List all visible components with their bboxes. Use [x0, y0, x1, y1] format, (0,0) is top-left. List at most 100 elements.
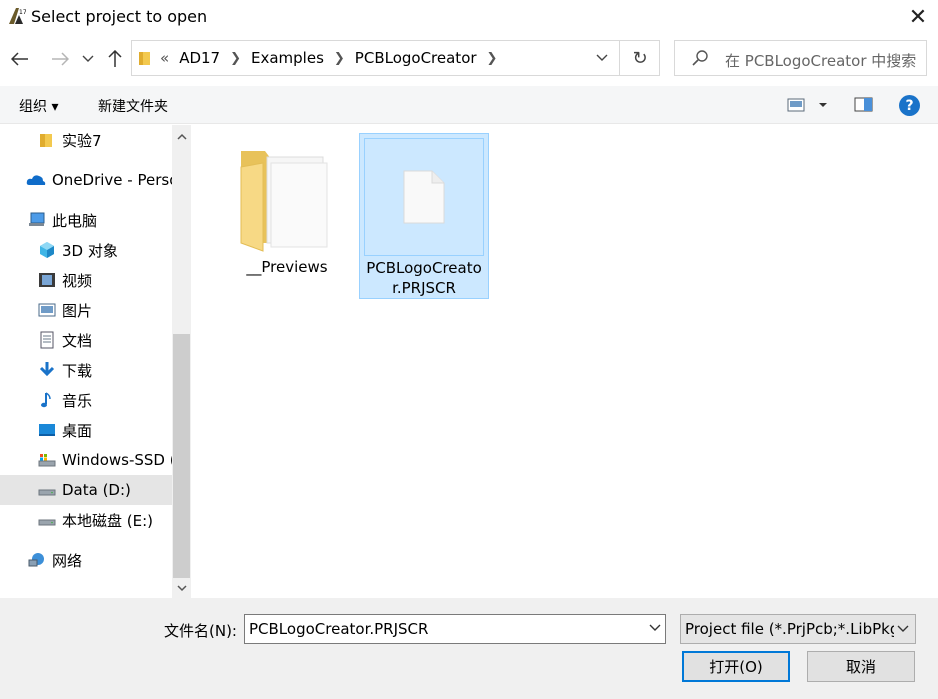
chevron-down-icon[interactable] [649, 621, 661, 635]
close-icon: ✕ [908, 4, 928, 30]
video-icon [39, 273, 55, 287]
sidebar-item-drive-c[interactable]: Windows-SSD (C:) [38, 445, 172, 475]
filename-input[interactable]: PCBLogoCreator.PRJSCR [249, 620, 428, 638]
help-button[interactable]: ? [899, 95, 920, 116]
scroll-down-button[interactable] [172, 578, 191, 598]
sidebar-item-label: 下载 [62, 361, 93, 380]
sidebar-item-shiyan7[interactable]: 实验7 [38, 125, 102, 155]
file-type-select[interactable]: Project file (*.PrjPcb;*.LibPkg [680, 614, 916, 644]
sidebar-item-label: 本地磁盘 (E:) [62, 511, 154, 530]
address-history-dropdown[interactable] [585, 41, 620, 75]
file-type-value: Project file (*.PrjPcb;*.LibPkg [685, 620, 900, 638]
up-arrow-icon [108, 50, 122, 67]
drive-icon [38, 454, 56, 467]
sidebar-item-drive-d[interactable]: Data (D:) [38, 475, 131, 505]
forward-arrow-icon [52, 52, 69, 66]
forward-button[interactable] [46, 44, 74, 74]
drive-icon [38, 519, 56, 526]
sidebar-item-network[interactable]: 网络 [28, 545, 82, 575]
up-button[interactable] [101, 44, 129, 74]
file-name-line-2: r.PRJSCR [392, 279, 456, 297]
chevron-right-icon[interactable]: ❯ [487, 51, 498, 66]
sidebar-item-this-pc[interactable]: 此电脑 [28, 205, 97, 235]
preview-pane-button[interactable] [852, 94, 876, 116]
search-placeholder[interactable]: 在 PCBLogoCreator 中搜索 [725, 50, 916, 71]
organize-menu[interactable]: 组织 ▾ [19, 96, 58, 116]
chevron-down-icon [82, 55, 94, 62]
file-name-label: PCBLogoCreato r.PRJSCR [360, 258, 488, 298]
back-button[interactable] [6, 44, 34, 74]
chevron-down-icon [176, 584, 187, 591]
search-box[interactable]: 在 PCBLogoCreator 中搜索 [674, 40, 927, 76]
folder-tile-previews[interactable]: __Previews [225, 135, 355, 285]
computer-icon [29, 212, 45, 226]
sidebar-item-documents[interactable]: 文档 [38, 325, 92, 355]
sidebar-item-label: 3D 对象 [62, 241, 118, 260]
scrollbar-thumb[interactable] [173, 334, 190, 578]
refresh-button[interactable]: ↻ [620, 41, 660, 75]
window-title: Select project to open [31, 7, 208, 26]
pictures-icon [38, 303, 56, 317]
preview-pane-icon [854, 97, 873, 112]
svg-text:17: 17 [19, 9, 26, 16]
sidebar-item-label: Windows-SSD (C:) [62, 451, 172, 469]
file-icon [403, 170, 445, 224]
view-icon [787, 98, 827, 112]
scroll-up-button[interactable] [172, 126, 191, 146]
sidebar-item-desktop[interactable]: 桌面 [38, 415, 92, 445]
sidebar-item-label: 音乐 [62, 391, 93, 410]
desktop-icon [39, 424, 55, 436]
recent-locations-button[interactable] [76, 44, 100, 74]
filename-combobox[interactable]: PCBLogoCreator.PRJSCR [244, 614, 666, 644]
back-arrow-icon [11, 52, 28, 66]
file-name-label: __Previews [246, 258, 328, 276]
chevron-down-icon [596, 54, 608, 61]
sidebar-item-label: OneDrive - Personal [52, 171, 172, 189]
chevron-right-icon[interactable]: ❯ [230, 51, 241, 66]
breadcrumb-ad17[interactable]: AD17 [179, 49, 220, 67]
close-button[interactable]: ✕ [900, 2, 936, 32]
sidebar-item-pictures[interactable]: 图片 [38, 295, 92, 325]
documents-icon [40, 331, 54, 349]
chevron-up-icon [176, 133, 187, 140]
folder-icon [240, 151, 328, 252]
chevron-down-icon[interactable] [894, 618, 912, 640]
new-folder-button[interactable]: 新建文件夹 [98, 96, 168, 116]
cancel-button[interactable]: 取消 [807, 651, 915, 682]
open-button[interactable]: 打开(O) [682, 651, 790, 682]
sidebar-item-label: 视频 [62, 271, 93, 290]
drive-icon [38, 489, 56, 496]
altium-logo-icon: 17 [9, 8, 26, 24]
sidebar-item-label: 此电脑 [52, 211, 98, 230]
address-bar[interactable]: « AD17 ❯ Examples ❯ PCBLogoCreator ❯ ↻ [131, 40, 660, 76]
onedrive-cloud-icon [26, 175, 46, 185]
help-icon: ? [905, 97, 914, 114]
navigation-pane: 实验7 OneDrive - Personal 此电脑 3D 对象 视频 图片 … [0, 125, 172, 598]
sidebar-item-onedrive[interactable]: OneDrive - Personal [26, 165, 172, 195]
sidebar-item-label: 网络 [52, 551, 83, 570]
sidebar-item-label: Data (D:) [62, 481, 131, 499]
download-icon [39, 362, 55, 377]
network-icon [28, 553, 44, 567]
breadcrumb-pcblogocreator[interactable]: PCBLogoCreator [355, 49, 477, 67]
breadcrumb-examples[interactable]: Examples [251, 49, 324, 67]
refresh-icon: ↻ [632, 47, 648, 69]
file-tile-prjscr[interactable]: PCBLogoCreato r.PRJSCR [359, 133, 489, 299]
breadcrumb-overflow[interactable]: « [160, 49, 169, 67]
folder-icon [139, 52, 150, 65]
sidebar-item-music[interactable]: 音乐 [38, 385, 92, 415]
sidebar-item-videos[interactable]: 视频 [38, 265, 92, 295]
sidebar-item-label: 图片 [62, 301, 93, 320]
filename-label: 文件名(N): [164, 622, 237, 640]
sidebar-item-drive-e[interactable]: 本地磁盘 (E:) [38, 505, 153, 535]
folder-icon [40, 134, 52, 147]
search-icon [692, 50, 708, 66]
music-icon [41, 392, 51, 408]
sidebar-item-label: 实验7 [62, 131, 102, 150]
sidebar-item-downloads[interactable]: 下载 [38, 355, 92, 385]
chevron-right-icon[interactable]: ❯ [334, 51, 345, 66]
change-view-button[interactable] [786, 94, 830, 116]
sidebar-item-label: 桌面 [62, 421, 93, 440]
sidebar-item-3d-objects[interactable]: 3D 对象 [38, 235, 118, 265]
sidebar-item-label: 文档 [62, 331, 93, 350]
